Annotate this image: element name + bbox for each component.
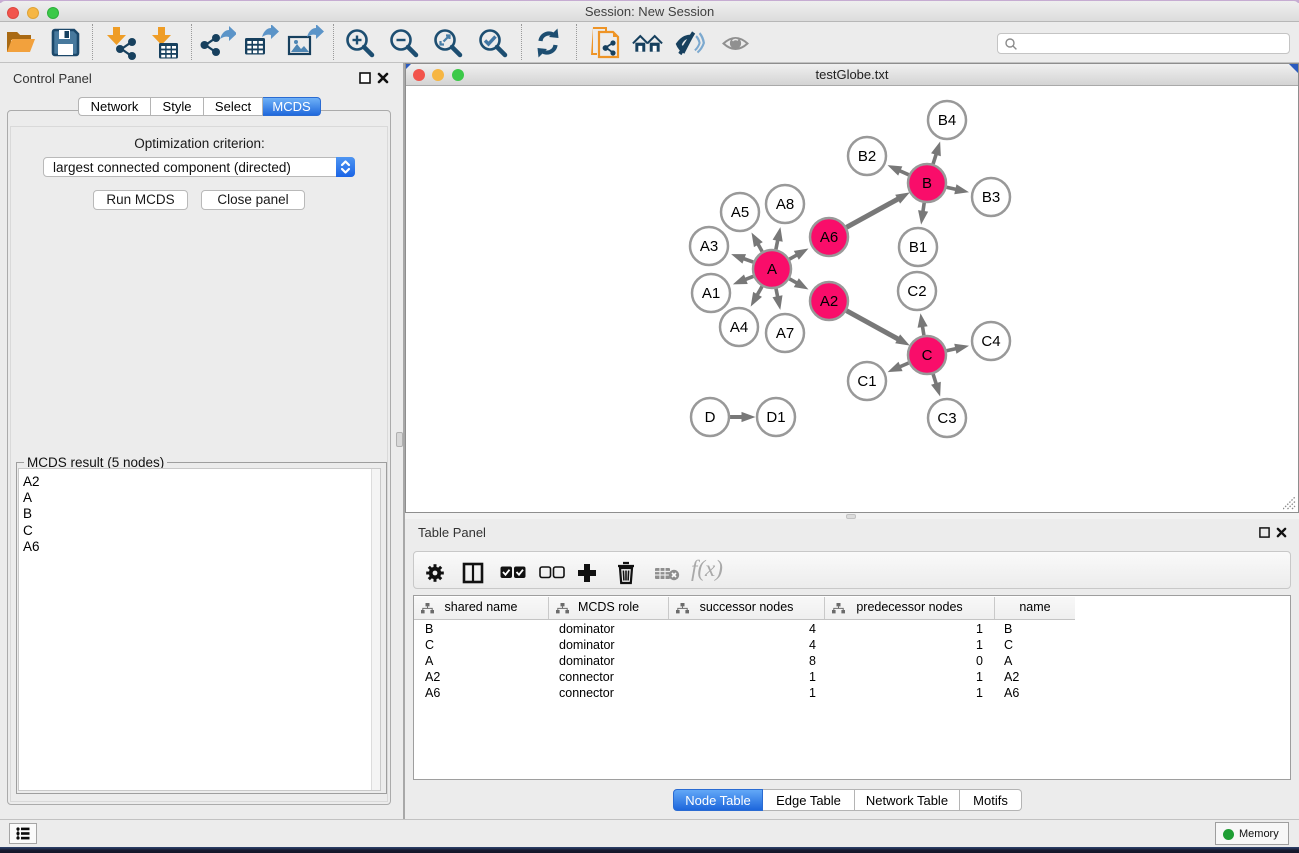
svg-text:A7: A7 (776, 325, 794, 342)
svg-text:A1: A1 (702, 285, 720, 302)
svg-text:B1: B1 (909, 239, 927, 256)
svg-text:A: A (767, 261, 777, 278)
svg-text:C3: C3 (937, 410, 956, 427)
svg-text:A2: A2 (820, 293, 838, 310)
svg-text:B: B (922, 175, 932, 192)
svg-text:B2: B2 (858, 148, 876, 165)
svg-text:B4: B4 (938, 112, 956, 129)
svg-text:A6: A6 (820, 229, 838, 246)
svg-text:C2: C2 (907, 283, 926, 300)
svg-text:A5: A5 (731, 204, 749, 221)
svg-text:B3: B3 (982, 189, 1000, 206)
svg-text:A8: A8 (776, 196, 794, 213)
svg-text:A3: A3 (700, 238, 718, 255)
svg-text:D1: D1 (766, 409, 785, 426)
svg-text:A4: A4 (730, 319, 748, 336)
svg-text:D: D (705, 409, 716, 426)
svg-text:C: C (922, 347, 933, 364)
svg-text:C4: C4 (981, 333, 1000, 350)
svg-text:C1: C1 (857, 373, 876, 390)
